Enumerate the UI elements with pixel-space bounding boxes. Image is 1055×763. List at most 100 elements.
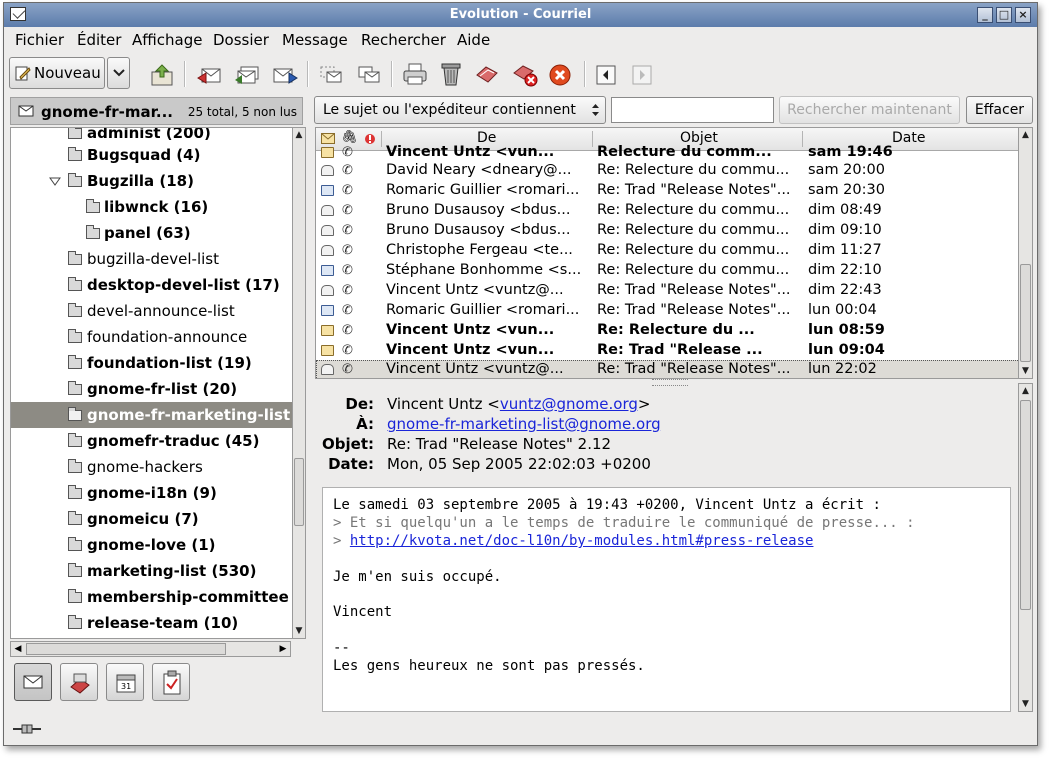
pane-splitter-handle[interactable] bbox=[652, 379, 688, 386]
message-row[interactable]: ✆ Vincent Untz <vuntz@... Re: Trad "Releas… bbox=[316, 281, 1018, 301]
message-row[interactable]: ✆ David Neary <dneary@... Re: Relecture du… bbox=[316, 161, 1018, 181]
folder-item[interactable]: gnome-fr-list (20) bbox=[11, 376, 292, 402]
folder-item[interactable]: gnome-love (1) bbox=[11, 532, 292, 558]
folder-item-selected[interactable]: gnome-fr-marketing-list bbox=[11, 402, 292, 428]
folder-item[interactable]: foundation-announce bbox=[11, 324, 292, 350]
not-junk-icon[interactable] bbox=[511, 63, 539, 87]
junk-icon[interactable] bbox=[474, 63, 500, 85]
message-date: dim 11:27 bbox=[808, 242, 882, 258]
new-dropdown-button[interactable] bbox=[107, 57, 130, 89]
folder-tree-vscrollbar[interactable]: ▲ ▼ bbox=[292, 127, 306, 639]
menu-bar: Fichier Éditer Affichage Dossier Message… bbox=[4, 27, 1037, 53]
message-row[interactable]: ✆ Vincent Untz <vun... Relecture du comm..… bbox=[316, 143, 1018, 163]
message-row[interactable]: ✆ Christophe Fergeau <te... Re: Relecture … bbox=[316, 241, 1018, 261]
from-label: De: bbox=[345, 395, 374, 413]
scroll-up-arrow-icon[interactable]: ▲ bbox=[293, 128, 305, 142]
scroll-down-arrow-icon[interactable]: ▼ bbox=[1019, 364, 1032, 378]
scroll-down-arrow-icon[interactable]: ▼ bbox=[293, 624, 305, 638]
clear-search-button[interactable]: Effacer bbox=[966, 96, 1033, 124]
folder-item[interactable]: gnome-i18n (9) bbox=[11, 480, 292, 506]
folder-item[interactable]: membership-committee bbox=[11, 584, 292, 610]
folder-item[interactable]: panel (63) bbox=[11, 220, 292, 246]
scroll-up-arrow-icon[interactable]: ▲ bbox=[1019, 128, 1032, 142]
close-window-button[interactable]: × bbox=[1015, 7, 1031, 23]
mail-icon bbox=[18, 105, 34, 117]
scroll-thumb[interactable] bbox=[294, 458, 304, 526]
message-list[interactable]: 🖇 De Objet Date ✆ Vincent Untz <vun... Rel… bbox=[315, 127, 1019, 379]
message-row[interactable]: ✆ Romaric Guillier <romari... Re: Trad "Re… bbox=[316, 301, 1018, 321]
search-now-button[interactable]: Rechercher maintenant bbox=[779, 96, 960, 124]
menu-affichage[interactable]: Affichage bbox=[132, 31, 202, 49]
tasks-component-button[interactable] bbox=[152, 663, 190, 701]
message-list-vscrollbar[interactable]: ▲ ▼ bbox=[1018, 127, 1033, 379]
maximize-button[interactable]: □ bbox=[996, 7, 1012, 23]
forward-icon[interactable] bbox=[272, 64, 298, 86]
expander-open-icon[interactable] bbox=[49, 177, 61, 187]
folder-icon bbox=[68, 147, 82, 161]
folder-label: foundation-announce bbox=[87, 328, 248, 346]
scroll-left-arrow-icon[interactable]: ◀ bbox=[11, 642, 25, 656]
move-icon[interactable] bbox=[319, 65, 343, 85]
scroll-up-arrow-icon[interactable]: ▲ bbox=[1019, 384, 1032, 398]
send-receive-icon[interactable] bbox=[149, 63, 175, 87]
message-row[interactable]: ✆ Stéphane Bonhomme <s... Re: Relecture du… bbox=[316, 261, 1018, 281]
scroll-down-arrow-icon[interactable]: ▼ bbox=[1019, 697, 1032, 711]
search-input[interactable] bbox=[611, 97, 774, 123]
folder-item[interactable]: desktop-devel-list (17) bbox=[11, 272, 292, 298]
folder-item[interactable]: Bugzilla (18) bbox=[11, 168, 292, 194]
message-row[interactable]: ✆ Bruno Dusausoy <bdus... Re: Relecture du… bbox=[316, 221, 1018, 241]
printer-icon[interactable] bbox=[402, 62, 428, 86]
contacts-component-button[interactable] bbox=[60, 663, 98, 701]
menu-editer[interactable]: Éditer bbox=[77, 31, 121, 49]
from-email-link[interactable]: vuntz@gnome.org bbox=[500, 395, 638, 413]
reply-icon[interactable] bbox=[197, 64, 223, 86]
menu-message[interactable]: Message bbox=[282, 31, 348, 49]
folder-item[interactable]: gnomeicu (7) bbox=[11, 506, 292, 532]
title-bar[interactable]: Evolution - Courriel _ □ × bbox=[4, 3, 1037, 27]
copy-icon[interactable] bbox=[357, 65, 381, 85]
press-release-link[interactable]: http://kvota.net/doc-l10n/by-modules.htm… bbox=[350, 533, 814, 549]
folder-tree-hscrollbar[interactable]: ◀ ▶ bbox=[10, 641, 291, 657]
folder-tree[interactable]: administ (200) Bugsquad (4) Bugzilla (18… bbox=[10, 127, 293, 639]
reply-all-icon[interactable] bbox=[234, 64, 262, 86]
scroll-right-arrow-icon[interactable]: ▶ bbox=[276, 642, 290, 656]
message-row[interactable]: ✆ Vincent Untz <vun... Re: Trad "Release .… bbox=[316, 341, 1018, 361]
message-row[interactable]: ✆ Vincent Untz <vun... Re: Relecture du ..… bbox=[316, 321, 1018, 341]
folder-item[interactable]: foundation-list (19) bbox=[11, 350, 292, 376]
folder-label: desktop-devel-list (17) bbox=[87, 276, 280, 294]
menu-dossier[interactable]: Dossier bbox=[213, 31, 269, 49]
minimize-button[interactable]: _ bbox=[977, 7, 993, 23]
cancel-icon[interactable] bbox=[548, 63, 572, 87]
folder-item[interactable]: libwnck (16) bbox=[11, 194, 292, 220]
menu-aide[interactable]: Aide bbox=[457, 31, 490, 49]
previous-message-icon[interactable] bbox=[595, 64, 617, 86]
new-button[interactable]: Nouveau bbox=[9, 57, 105, 89]
folder-icon bbox=[68, 485, 82, 499]
folder-item[interactable]: gnome-hackers bbox=[11, 454, 292, 480]
folder-item[interactable]: bugzilla-devel-list bbox=[11, 246, 292, 272]
scroll-thumb[interactable] bbox=[1020, 264, 1031, 362]
folder-item[interactable]: devel-announce-list bbox=[11, 298, 292, 324]
read-mail-icon bbox=[321, 205, 334, 216]
hscroll-thumb[interactable] bbox=[26, 643, 226, 655]
message-row-selected[interactable]: ✆ Vincent Untz <vuntz@... Re: Trad "Releas… bbox=[316, 360, 1018, 378]
folder-item[interactable]: Bugsquad (4) bbox=[11, 142, 292, 168]
menu-fichier[interactable]: Fichier bbox=[15, 31, 64, 49]
folder-item[interactable]: release-team (10) bbox=[11, 610, 292, 636]
mail-component-button[interactable] bbox=[14, 663, 52, 701]
message-body[interactable]: Le samedi 03 septembre 2005 à 19:43 +020… bbox=[322, 487, 1011, 712]
message-date: lun 08:59 bbox=[808, 322, 885, 338]
folder-item[interactable]: marketing-list (530) bbox=[11, 558, 292, 584]
menu-rechercher[interactable]: Rechercher bbox=[361, 31, 446, 49]
message-body-vscrollbar[interactable]: ▲ ▼ bbox=[1018, 383, 1033, 712]
trash-icon[interactable] bbox=[440, 61, 462, 87]
message-row[interactable]: ✆ Romaric Guillier <romari... Re: Trad "Re… bbox=[316, 181, 1018, 201]
scroll-thumb[interactable] bbox=[1020, 400, 1031, 610]
folder-item[interactable]: gnomefr-traduc (45) bbox=[11, 428, 292, 454]
search-scope-select[interactable]: Le sujet ou l'expéditeur contiennent bbox=[314, 96, 606, 124]
next-message-icon[interactable] bbox=[631, 64, 653, 86]
to-email-link[interactable]: gnome-fr-marketing-list@gnome.org bbox=[387, 415, 661, 433]
calendar-component-button[interactable]: 31 bbox=[106, 663, 144, 701]
message-row[interactable]: ✆ Bruno Dusausoy <bdus... Re: Relecture du… bbox=[316, 201, 1018, 221]
online-status-icon[interactable] bbox=[12, 722, 42, 736]
